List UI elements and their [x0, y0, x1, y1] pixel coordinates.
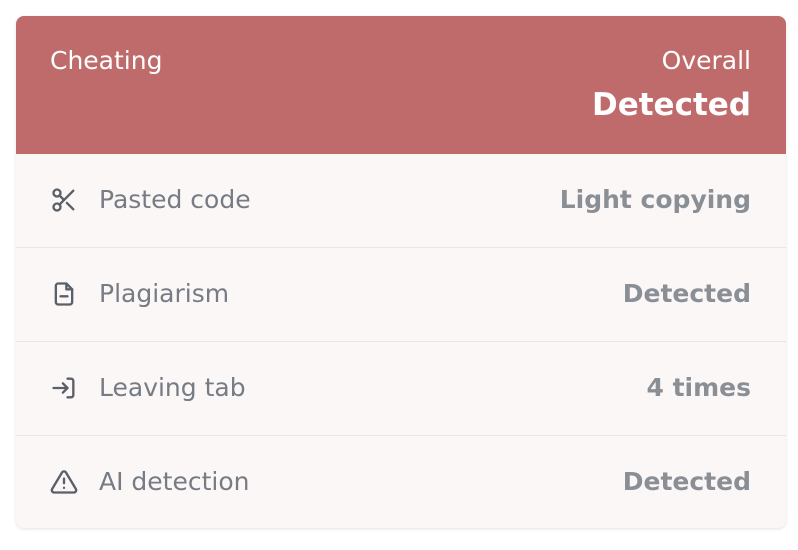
metric-label: Leaving tab — [99, 373, 246, 402]
overall-label: Overall — [661, 46, 751, 75]
document-minus-icon — [50, 280, 78, 308]
metric-row-pasted-code: Pasted code Light copying — [16, 154, 786, 248]
metric-row-leaving-tab: Leaving tab 4 times — [16, 342, 786, 436]
metric-value: 4 times — [646, 373, 751, 402]
metric-label: Plagiarism — [99, 279, 230, 308]
overall-value: Detected — [591, 87, 751, 123]
metric-value: Detected — [622, 467, 751, 496]
cheating-metrics-list: Pasted code Light copying Plagiarism Det… — [16, 154, 786, 528]
cheating-header: Cheating Overall Detected — [16, 16, 786, 154]
exit-arrow-icon — [50, 374, 78, 402]
metric-row-ai-detection: AI detection Detected — [16, 436, 786, 528]
cheating-card: Cheating Overall Detected Pasted code Li… — [16, 16, 786, 528]
header-title: Cheating — [50, 46, 163, 75]
metric-label: AI detection — [99, 467, 250, 496]
scissors-icon — [50, 186, 78, 214]
metric-value: Light copying — [559, 185, 751, 214]
metric-row-plagiarism: Plagiarism Detected — [16, 248, 786, 342]
metric-label: Pasted code — [99, 185, 251, 214]
warning-triangle-icon — [50, 468, 78, 496]
metric-value: Detected — [622, 279, 751, 308]
